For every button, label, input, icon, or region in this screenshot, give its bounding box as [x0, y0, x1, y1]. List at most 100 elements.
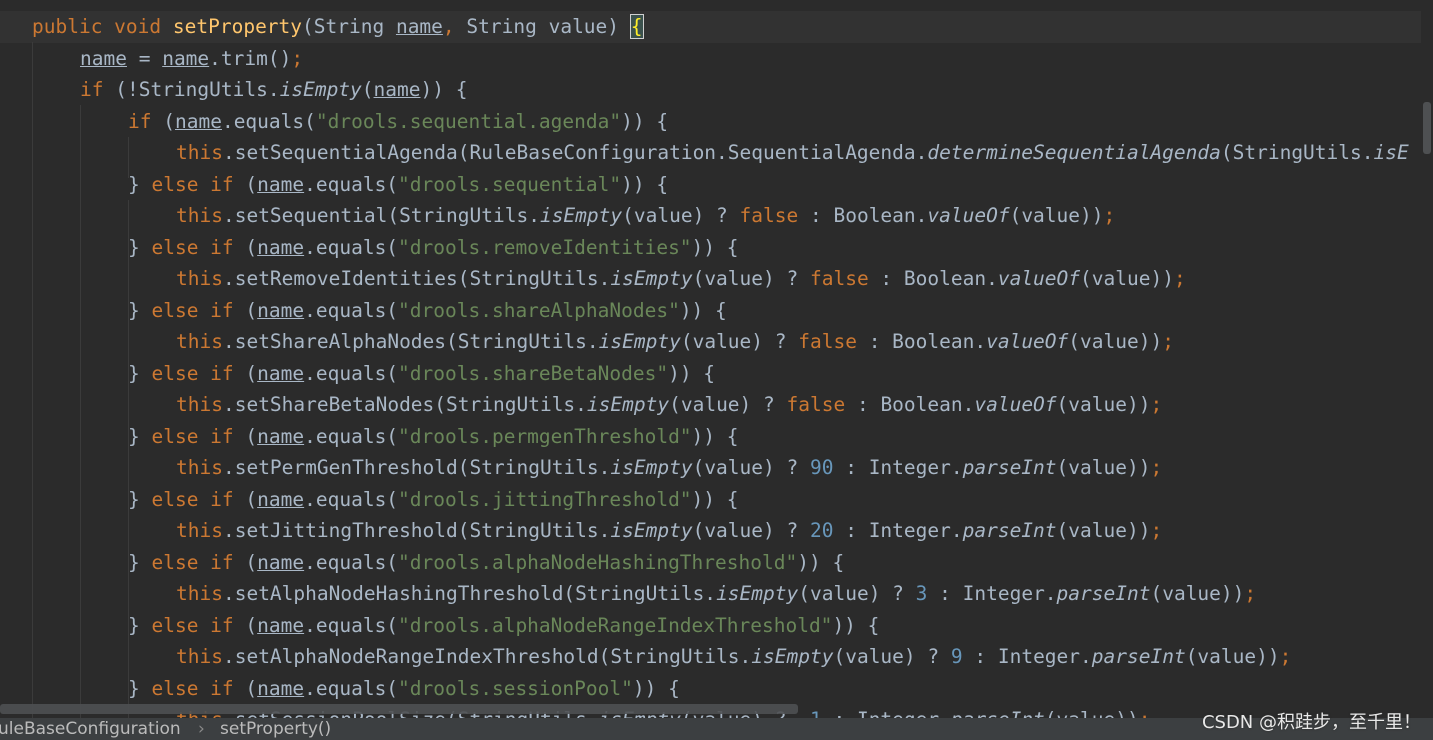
code-token: parseInt	[951, 708, 1045, 718]
code-token: (value) ?	[622, 204, 740, 227]
code-line[interactable]: this.setRemoveIdentities(StringUtils.isE…	[0, 263, 1186, 295]
code-token: (value) ?	[833, 645, 951, 668]
code-line[interactable]: } else if (name.equals("drools.permgenTh…	[0, 421, 739, 453]
code-line[interactable]: } else if (name.equals("drools.alphaNode…	[0, 547, 844, 579]
horizontal-scrollbar-thumb[interactable]	[0, 704, 798, 714]
code-token: )) {	[832, 613, 880, 637]
code-token: ;	[291, 46, 304, 70]
breadcrumb-item-class[interactable]: uleBaseConfiguration	[0, 718, 181, 740]
code-token: else if	[151, 298, 246, 322]
code-token: isE	[1373, 141, 1409, 164]
code-token: : Integer.	[822, 708, 950, 718]
code-token: (value) ?	[692, 519, 810, 542]
code-token: if	[80, 78, 116, 101]
code-token: "drools.shareBetaNodes"	[398, 361, 669, 385]
code-line[interactable]: this.setShareBetaNodes(StringUtils.isEmp…	[0, 389, 1162, 421]
code-token: this	[176, 519, 223, 542]
code-line[interactable]: this.setShareAlphaNodes(StringUtils.isEm…	[0, 326, 1174, 358]
vertical-scrollbar[interactable]	[1421, 0, 1433, 718]
code-line[interactable]: this.setAlphaNodeRangeIndexThreshold(Str…	[0, 641, 1291, 673]
code-line[interactable]: name = name.trim();	[0, 43, 303, 75]
code-token: name	[257, 424, 305, 448]
code-token: name	[80, 46, 127, 70]
code-token: }	[128, 172, 152, 196]
code-token: this	[176, 267, 223, 290]
code-token: .equals(	[304, 361, 399, 385]
code-token: =	[126, 46, 163, 70]
code-line[interactable]: this.setSequential(StringUtils.isEmpty(v…	[0, 200, 1115, 232]
code-line[interactable]: } else if (name.equals("drools.shareBeta…	[0, 358, 715, 390]
code-token: .equals(	[304, 676, 399, 700]
vertical-scrollbar-thumb[interactable]	[1423, 102, 1431, 154]
code-token: determineSequentialAgenda	[927, 141, 1221, 164]
code-token: .equals(	[304, 298, 399, 322]
code-token: -1	[798, 708, 821, 718]
code-token: parseInt	[1091, 645, 1186, 668]
code-token: else if	[151, 676, 246, 700]
code-line[interactable]: if (name.equals("drools.sequential.agend…	[0, 106, 668, 138]
code-token: .equals(	[221, 109, 316, 133]
code-token: name	[257, 676, 305, 700]
code-token: "drools.sequential"	[398, 172, 622, 196]
code-line[interactable]: if (!StringUtils.isEmpty(name)) {	[0, 74, 467, 106]
code-token: ;	[1150, 393, 1163, 416]
code-token: (	[245, 172, 258, 196]
code-line[interactable]: } else if (name.equals("drools.sequentia…	[0, 169, 668, 201]
code-token: valueOf	[986, 330, 1069, 353]
code-line[interactable]: } else if (name.equals("drools.jittingTh…	[0, 484, 739, 516]
code-token: .setSequential(StringUtils.	[222, 204, 540, 227]
code-token: parseInt	[962, 456, 1057, 479]
code-token: name	[257, 361, 305, 385]
code-token: ;	[1244, 582, 1257, 605]
code-line[interactable]: public void setProperty(String name, Str…	[0, 11, 1433, 43]
code-token: .setRemoveIdentities(StringUtils.	[222, 267, 611, 290]
code-token: .equals(	[304, 550, 399, 574]
code-token: if	[128, 109, 164, 133]
code-token: : Boolean.	[856, 330, 987, 353]
code-token: else if	[151, 424, 246, 448]
code-token: isEmpty	[610, 456, 693, 479]
code-line[interactable]: } else if (name.equals("drools.shareAlph…	[0, 295, 727, 327]
code-token: "drools.shareAlphaNodes"	[398, 298, 680, 322]
code-token: }	[128, 298, 152, 322]
code-token: "drools.sequential.agenda"	[315, 109, 622, 133]
code-token: name	[257, 172, 305, 196]
code-token: valueOf	[974, 393, 1057, 416]
code-token: parseInt	[1056, 582, 1151, 605]
code-token: name	[174, 109, 222, 133]
code-token: (value) ?	[798, 582, 916, 605]
code-token: name	[162, 46, 210, 70]
code-line[interactable]: this.setJittingThreshold(StringUtils.isE…	[0, 515, 1162, 547]
code-line[interactable]: this.setAlphaNodeHashingThreshold(String…	[0, 578, 1256, 610]
code-line[interactable]: } else if (name.equals("drools.alphaNode…	[0, 610, 879, 642]
code-token: }	[128, 676, 152, 700]
code-token: (value))	[1150, 582, 1245, 605]
code-line[interactable]: this.setPermGenThreshold(StringUtils.isE…	[0, 452, 1162, 484]
code-token: "drools.sessionPool"	[398, 676, 633, 700]
indent-guide	[80, 105, 81, 718]
code-token: )) {	[420, 78, 468, 101]
code-line[interactable]: } else if (name.equals("drools.sessionPo…	[0, 673, 680, 705]
breadcrumb-item-method[interactable]: setProperty()	[220, 718, 331, 740]
code-token: isEmpty	[610, 267, 693, 290]
code-token: "drools.removeIdentities"	[398, 235, 692, 259]
code-token: .setAlphaNodeHashingThreshold(StringUtil…	[222, 582, 717, 605]
code-token: )) {	[691, 487, 739, 511]
watermark-text: CSDN @积跬步，至千里！	[1201, 712, 1421, 733]
code-token: (	[245, 298, 258, 322]
code-token: )) {	[797, 550, 845, 574]
code-token: this	[176, 393, 223, 416]
code-token: }	[128, 550, 152, 574]
code-line[interactable]: } else if (name.equals("drools.removeIde…	[0, 232, 739, 264]
code-token: 90	[809, 456, 834, 479]
code-line[interactable]: this.setSequentialAgenda(RuleBaseConfigu…	[0, 137, 1409, 169]
code-token: this	[176, 456, 223, 479]
code-token: else if	[151, 487, 246, 511]
code-editor[interactable]: public void setProperty(String name, Str…	[0, 0, 1433, 718]
code-token: (value))	[1009, 204, 1104, 227]
code-token: .setShareAlphaNodes(StringUtils.	[222, 330, 599, 353]
code-token: parseInt	[962, 519, 1057, 542]
indent-guide	[32, 42, 33, 718]
code-token: 20	[809, 519, 834, 542]
code-token: this	[176, 330, 223, 353]
